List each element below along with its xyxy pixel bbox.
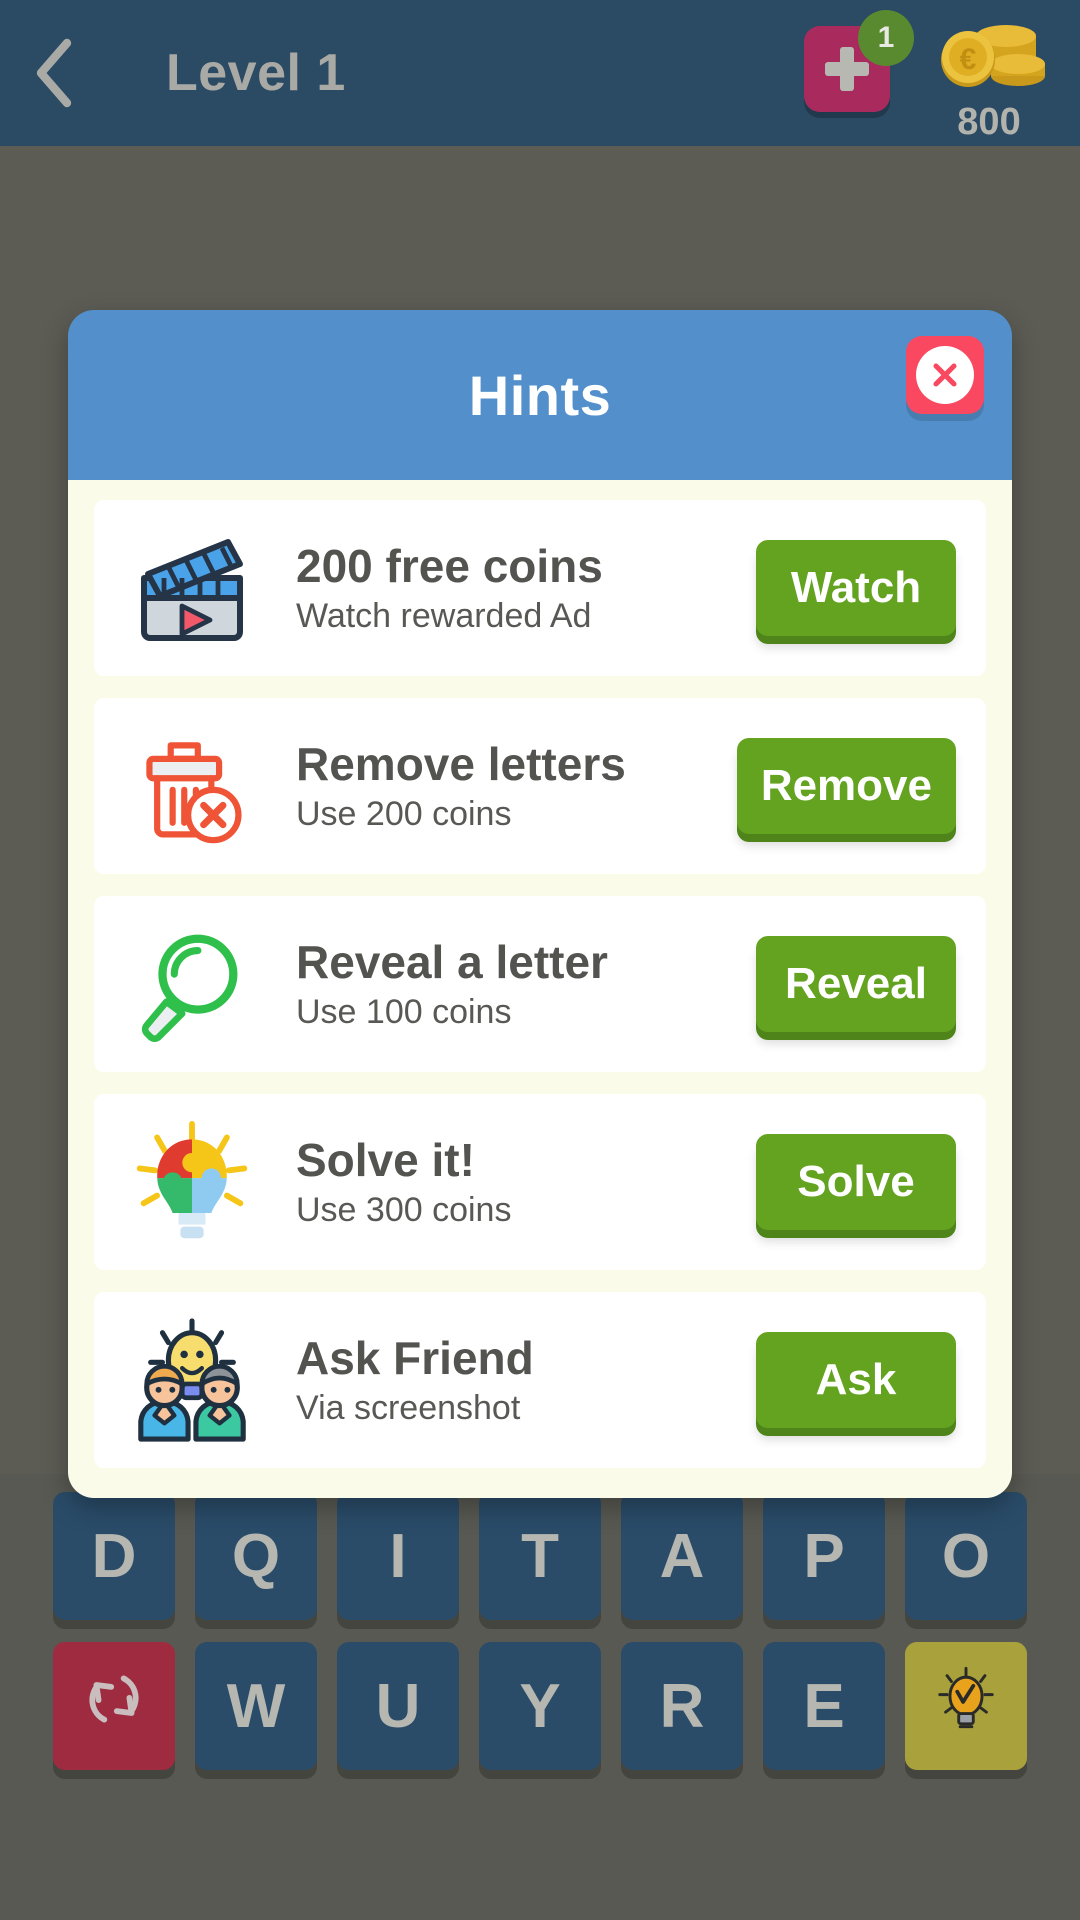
key-label: R	[659, 1671, 705, 1741]
hint-row-reveal-letter[interactable]: Reveal a letter Use 100 coins Reveal	[94, 896, 986, 1072]
key-label: P	[803, 1521, 845, 1591]
page-title: Level 1	[166, 44, 346, 102]
remove-button[interactable]: Remove	[736, 738, 956, 834]
hint-text-group: Remove letters Use 200 coins	[268, 737, 737, 834]
hint-row-remove-letters[interactable]: Remove letters Use 200 coins Remove	[94, 698, 986, 874]
hint-title: Reveal a letter	[296, 935, 608, 988]
chevron-left-icon	[27, 33, 83, 113]
hint-row-free-coins[interactable]: 200 free coins Watch rewarded Ad Watch	[94, 500, 986, 676]
coin-balance-group[interactable]: € 800	[930, 16, 1048, 144]
dialog-title: Hints	[468, 363, 612, 427]
back-button[interactable]	[0, 0, 110, 146]
key-label: I	[389, 1521, 407, 1591]
key-u[interactable]: U	[337, 1642, 459, 1770]
key-label: A	[659, 1521, 705, 1591]
key-label: Y	[519, 1671, 561, 1741]
hint-subtitle: Use 300 coins	[296, 1191, 512, 1230]
on-screen-keyboard: D Q I T A P O W U Y R E	[0, 1474, 1080, 1920]
dialog-header: Hints	[68, 310, 1012, 480]
key-q[interactable]: Q	[195, 1492, 317, 1620]
ask-button-label: Ask	[815, 1355, 897, 1404]
hint-text-group: 200 free coins Watch rewarded Ad	[268, 539, 756, 636]
hint-row-ask-friend[interactable]: Ask Friend Via screenshot Ask	[94, 1292, 986, 1468]
watch-button-label: Watch	[790, 563, 922, 612]
trash-delete-icon	[116, 716, 268, 856]
puzzle-lightbulb-icon	[116, 1112, 268, 1252]
key-y[interactable]: Y	[479, 1642, 601, 1770]
key-a[interactable]: A	[621, 1492, 743, 1620]
key-i[interactable]: I	[337, 1492, 459, 1620]
hint-subtitle: Use 200 coins	[296, 795, 512, 834]
remove-button-label: Remove	[760, 761, 932, 810]
key-w[interactable]: W	[195, 1642, 317, 1770]
add-coins-badge: 1	[858, 10, 914, 66]
key-label: U	[375, 1671, 421, 1741]
hint-title: 200 free coins	[296, 539, 603, 592]
key-d[interactable]: D	[53, 1492, 175, 1620]
movie-clapperboard-icon	[116, 518, 268, 658]
hint-title: Remove letters	[296, 737, 626, 790]
lightbulb-hint-icon	[931, 1664, 1001, 1749]
hint-key[interactable]	[905, 1642, 1027, 1770]
coin-stack-euro-icon: €	[930, 16, 1048, 99]
add-coins-wrapper: 1	[804, 10, 914, 118]
key-label: Q	[231, 1521, 281, 1591]
key-e[interactable]: E	[763, 1642, 885, 1770]
solve-button[interactable]: Solve	[756, 1134, 956, 1230]
svg-text:€: €	[960, 43, 977, 76]
close-button[interactable]	[906, 336, 984, 414]
hint-subtitle: Via screenshot	[296, 1389, 521, 1428]
hint-title: Solve it!	[296, 1133, 475, 1186]
shuffle-key[interactable]	[53, 1642, 175, 1770]
hint-title: Ask Friend	[296, 1331, 534, 1384]
hint-row-solve-it[interactable]: Solve it! Use 300 coins Solve	[94, 1094, 986, 1270]
hint-text-group: Solve it! Use 300 coins	[268, 1133, 756, 1230]
keyboard-row-2: W U Y R E	[0, 1642, 1080, 1770]
key-p[interactable]: P	[763, 1492, 885, 1620]
key-label: D	[91, 1521, 137, 1591]
hints-dialog: Hints 200 free coins Watch rewarded Ad W…	[68, 310, 1012, 1498]
top-header-bar: Level 1 1 € 800	[0, 0, 1080, 146]
coin-count-label: 800	[957, 101, 1021, 143]
key-label: E	[803, 1671, 845, 1741]
hint-subtitle: Watch rewarded Ad	[296, 597, 592, 636]
key-t[interactable]: T	[479, 1492, 601, 1620]
watch-button[interactable]: Watch	[756, 540, 956, 636]
key-r[interactable]: R	[621, 1642, 743, 1770]
hint-text-group: Ask Friend Via screenshot	[268, 1331, 756, 1428]
reveal-button-label: Reveal	[785, 959, 927, 1008]
key-label: W	[226, 1671, 286, 1741]
ask-button[interactable]: Ask	[756, 1332, 956, 1428]
key-label: O	[941, 1521, 991, 1591]
hint-text-group: Reveal a letter Use 100 coins	[268, 935, 756, 1032]
key-o[interactable]: O	[905, 1492, 1027, 1620]
key-label: T	[521, 1521, 559, 1591]
close-x-icon	[916, 346, 974, 404]
dialog-body: 200 free coins Watch rewarded Ad Watch R…	[68, 480, 1012, 1498]
magnifying-glass-icon	[116, 914, 268, 1054]
ask-friend-people-icon	[116, 1310, 268, 1450]
solve-button-label: Solve	[797, 1157, 915, 1206]
header-right-cluster: 1 € 800	[804, 0, 1080, 146]
reveal-button[interactable]: Reveal	[756, 936, 956, 1032]
hint-subtitle: Use 100 coins	[296, 993, 512, 1032]
shuffle-refresh-icon	[81, 1666, 147, 1747]
